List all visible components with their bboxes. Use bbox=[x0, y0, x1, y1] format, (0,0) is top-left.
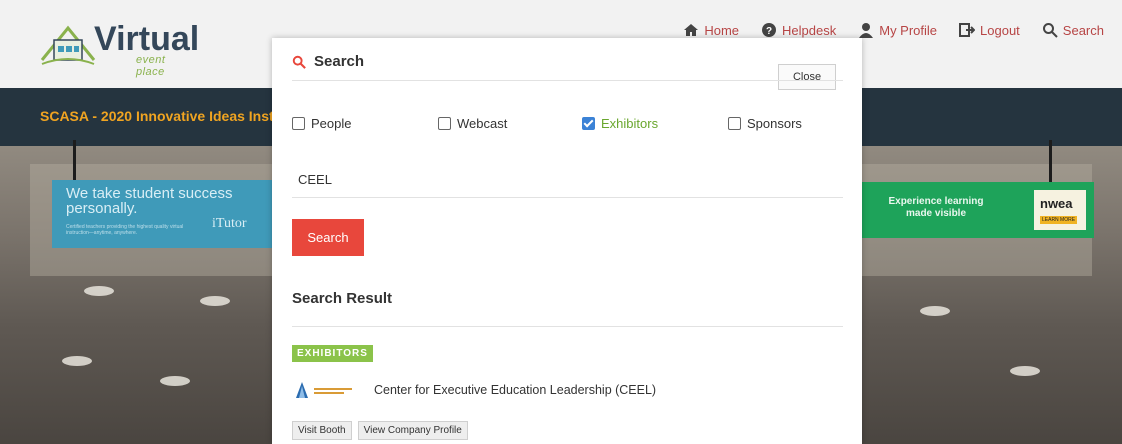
filter-label: Exhibitors bbox=[601, 116, 659, 131]
search-icon bbox=[292, 55, 306, 69]
filter-label: Webcast bbox=[457, 116, 508, 131]
visit-booth-button[interactable]: Visit Booth bbox=[292, 421, 352, 440]
result-item: Center for Executive Education Leadershi… bbox=[292, 380, 656, 400]
banner-wire bbox=[73, 140, 76, 182]
nav-home-label: Home bbox=[704, 22, 740, 38]
search-result-heading: Search Result bbox=[292, 290, 393, 307]
help-icon: ? bbox=[762, 23, 777, 37]
nav-home[interactable]: Home bbox=[683, 22, 739, 38]
search-modal: Search Close People Webcast Exhibitors S… bbox=[272, 38, 862, 444]
filter-people[interactable]: People bbox=[292, 116, 351, 131]
search-filters: People Webcast Exhibitors Sponsors bbox=[292, 116, 852, 134]
user-icon bbox=[859, 23, 874, 38]
banner-brand: iTutor bbox=[212, 216, 247, 231]
nav-helpdesk[interactable]: ? Helpdesk bbox=[761, 22, 836, 38]
filter-webcast[interactable]: Webcast bbox=[438, 116, 507, 131]
checkbox[interactable] bbox=[292, 117, 305, 130]
nav-search-label: Search bbox=[1062, 22, 1104, 38]
result-actions: Visit Booth View Company Profile bbox=[292, 421, 468, 440]
ceiling-light bbox=[920, 306, 950, 316]
home-icon bbox=[684, 24, 699, 36]
event-title[interactable]: SCASA - 2020 Innovative Ideas Institu bbox=[40, 108, 291, 124]
logout-icon bbox=[959, 23, 976, 37]
filter-exhibitors[interactable]: Exhibitors bbox=[582, 116, 658, 131]
checkbox[interactable] bbox=[438, 117, 451, 130]
top-navigation: Home ? Helpdesk My Profile Logout Search bbox=[683, 22, 1104, 38]
ceiling-light bbox=[62, 356, 92, 366]
exhibitors-tag: EXHIBITORS bbox=[292, 345, 373, 362]
filter-label: Sponsors bbox=[747, 116, 802, 131]
close-button[interactable]: Close bbox=[778, 64, 836, 90]
banner-wire bbox=[1049, 140, 1052, 184]
result-name[interactable]: Center for Executive Education Leadershi… bbox=[374, 383, 656, 397]
view-company-profile-button[interactable]: View Company Profile bbox=[357, 421, 468, 440]
banner-subtext: Certified teachers providing the highest… bbox=[66, 224, 184, 236]
banner-brand: nwea bbox=[1040, 196, 1073, 211]
virtual-event-place-logo[interactable]: Virtual event place bbox=[40, 14, 199, 78]
nav-my-profile-label: My Profile bbox=[879, 22, 938, 38]
filter-sponsors[interactable]: Sponsors bbox=[728, 116, 802, 131]
banner-headline: We take student success personally. bbox=[66, 185, 233, 217]
banner-cta: LEARN MORE bbox=[1040, 216, 1078, 224]
ceiling-light bbox=[1010, 366, 1040, 376]
ceiling-light bbox=[160, 376, 190, 386]
ceiling-light bbox=[84, 286, 114, 296]
header-divider bbox=[292, 80, 843, 81]
nav-helpdesk-label: Helpdesk bbox=[782, 22, 837, 38]
search-input[interactable] bbox=[292, 162, 843, 198]
banner-text: Experience learning made visible bbox=[888, 196, 984, 219]
search-button[interactable]: Search bbox=[292, 219, 364, 256]
nav-logout-label: Logout bbox=[980, 22, 1020, 38]
search-icon bbox=[1042, 23, 1058, 38]
svg-text:?: ? bbox=[766, 26, 772, 37]
nwea-badge: nwea LEARN MORE bbox=[1034, 190, 1086, 230]
company-logo-icon bbox=[296, 382, 352, 398]
modal-title: Search bbox=[292, 53, 364, 70]
building-icon bbox=[40, 25, 96, 65]
results-divider bbox=[292, 326, 843, 327]
checkbox[interactable] bbox=[728, 117, 741, 130]
modal-title-text: Search bbox=[314, 53, 365, 70]
sponsor-banner-nwea[interactable]: Experience learning made visible nwea LE… bbox=[862, 182, 1094, 238]
ceel-logo bbox=[292, 380, 360, 400]
filter-label: People bbox=[311, 116, 352, 131]
logo-subtitle: event place bbox=[136, 54, 166, 78]
ceiling-light bbox=[200, 296, 230, 306]
nav-my-profile[interactable]: My Profile bbox=[858, 22, 937, 38]
nav-search[interactable]: Search bbox=[1042, 22, 1104, 38]
checkbox-checked[interactable] bbox=[582, 117, 595, 130]
sponsor-banner-itutor[interactable]: We take student success personally. Cert… bbox=[52, 180, 275, 248]
nav-logout[interactable]: Logout bbox=[959, 22, 1020, 38]
